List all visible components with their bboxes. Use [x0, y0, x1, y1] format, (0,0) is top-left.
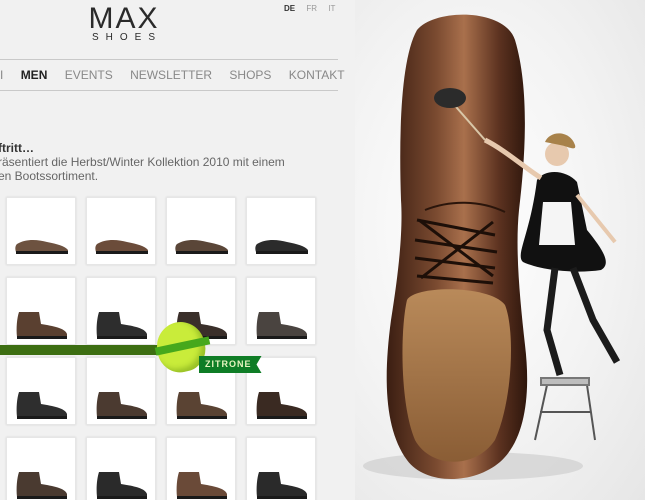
promo-bar [0, 345, 168, 355]
nav-item-events[interactable]: EVENTS [65, 68, 113, 82]
feather-duster-icon [434, 88, 466, 108]
shoe-icon [175, 240, 228, 254]
shoe-icon [176, 392, 227, 419]
product-tile[interactable] [6, 437, 76, 500]
nav-divider-top [0, 59, 338, 60]
shoe-icon [16, 392, 67, 419]
nav-item-men[interactable]: MEN [21, 68, 48, 82]
shoe-icon [16, 472, 67, 499]
maid-leg-left [543, 267, 564, 376]
zitrone-badge[interactable]: ZITRONE [199, 356, 262, 373]
lang-fr[interactable]: FR [306, 4, 317, 13]
intro-line-2: en Bootssortiment. [0, 169, 99, 183]
logo-subtext: SHOES [91, 32, 162, 43]
shoe-icon [95, 240, 148, 254]
shoe-icon [256, 312, 307, 339]
intro-line-1: räsentiert die Herbst/Winter Kollektion … [0, 155, 285, 169]
nav-item-newsletter[interactable]: NEWSLETTER [130, 68, 212, 82]
intro-title: ftritt… [0, 141, 34, 155]
left-panel: MAX SHOES DE FR IT I MEN EVENTS NEWSLETT… [0, 0, 355, 500]
product-tile[interactable] [86, 197, 156, 265]
nav-item-kontakt[interactable]: KONTAKT [289, 68, 345, 82]
shoe-icon [96, 312, 147, 339]
shoe-icon [96, 392, 147, 419]
logo-text: MAX [88, 2, 160, 35]
product-tile[interactable] [6, 197, 76, 265]
product-tile[interactable] [246, 277, 316, 345]
product-tile[interactable] [86, 357, 156, 425]
shoe-icon [255, 240, 308, 254]
hero-illustration [363, 14, 621, 480]
product-tile[interactable] [6, 357, 76, 425]
product-tile[interactable] [166, 197, 236, 265]
shoe-icon [96, 472, 147, 499]
lang-it[interactable]: IT [328, 4, 335, 13]
product-tile[interactable] [246, 437, 316, 500]
product-tile[interactable] [86, 437, 156, 500]
hero-image [355, 0, 645, 500]
product-tile[interactable] [246, 197, 316, 265]
intro-text: räsentiert die Herbst/Winter Kollektion … [0, 155, 355, 183]
maid-leg-right [569, 266, 621, 364]
lang-de[interactable]: DE [284, 4, 295, 13]
product-tile[interactable] [6, 277, 76, 345]
product-tile[interactable] [86, 277, 156, 345]
shoe-icon [15, 240, 68, 254]
step-ladder [534, 377, 596, 441]
shoe-icon [256, 472, 307, 499]
language-switcher: DE FR IT [284, 4, 344, 13]
maid-apron [539, 202, 575, 245]
site-logo[interactable]: MAX SHOES [84, 2, 164, 44]
shoe-icon [16, 312, 67, 339]
shoe-insole [402, 289, 511, 462]
main-nav: I MEN EVENTS NEWSLETTER SHOPS KONTAKT [0, 68, 355, 82]
product-tile[interactable] [166, 437, 236, 500]
nav-item-previous[interactable]: I [0, 68, 3, 82]
shoe-icon [256, 392, 307, 419]
nav-item-shops[interactable]: SHOPS [229, 68, 271, 82]
shoe-icon [176, 472, 227, 499]
nav-divider-bottom [0, 90, 338, 91]
